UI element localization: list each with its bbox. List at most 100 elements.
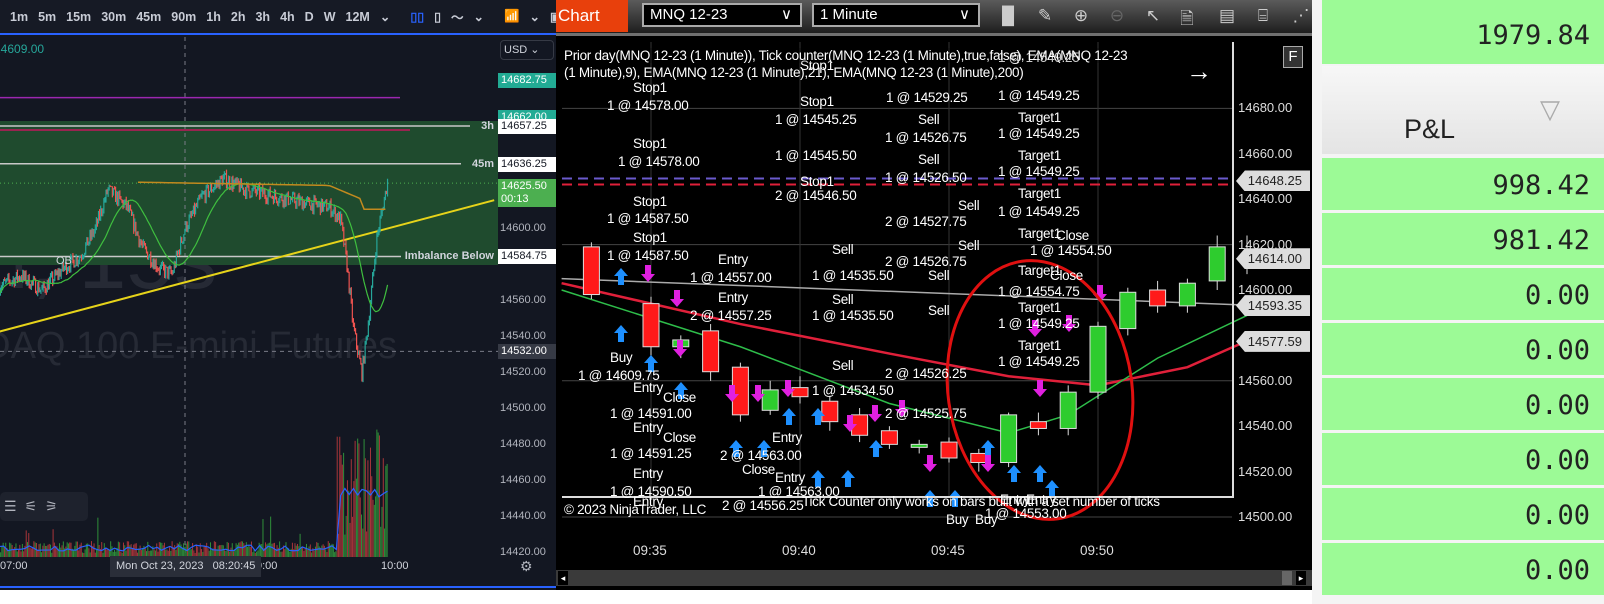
- fib-tool-icon[interactable]: ⚞: [45, 498, 66, 514]
- interval-select[interactable]: 1 Minute ∨: [812, 3, 980, 27]
- trade-annotation: Entry: [772, 430, 803, 445]
- zoom-out-icon[interactable]: ⊖: [1106, 6, 1128, 28]
- interval-5m[interactable]: 5m: [38, 10, 56, 24]
- chevron-down-icon: ⌄: [530, 44, 540, 56]
- f-button[interactable]: F: [1283, 46, 1303, 68]
- chevron-down-icon: ∨: [781, 6, 792, 23]
- interval-1m[interactable]: 1m: [10, 10, 28, 24]
- chevron-down-icon[interactable]: ⌄: [530, 9, 540, 24]
- hollow-candles-icon[interactable]: ▯: [434, 9, 441, 24]
- chevron-down-icon[interactable]: ⌄: [473, 9, 483, 24]
- interval-45m[interactable]: 45m: [136, 10, 161, 24]
- interval-3h[interactable]: 3h: [255, 10, 270, 24]
- pnl-row[interactable]: 0.00: [1322, 488, 1604, 540]
- chevron-down-icon[interactable]: ⌄: [380, 9, 390, 24]
- level-tag: Imbalance Below: [404, 250, 494, 263]
- trade-annotation: Buy: [610, 350, 633, 365]
- sort-triangle-icon[interactable]: ▽: [1540, 94, 1560, 125]
- zoom-in-icon[interactable]: ⊕: [1070, 6, 1092, 28]
- trade-annotation: 1 @ 14526.50: [885, 170, 967, 185]
- trade-annotation: Stop1: [633, 194, 667, 209]
- bar-type-icon[interactable]: ▐▌: [996, 6, 1020, 28]
- trade-annotation: 1 @ 14578.00: [607, 98, 689, 113]
- pnl-row[interactable]: 0.00: [1322, 268, 1604, 320]
- interval-W[interactable]: W: [324, 10, 336, 24]
- time-tick: 07:00: [0, 560, 28, 572]
- trade-annotation: Entry: [633, 380, 664, 395]
- trade-annotation: 1 @ 14554.75: [998, 284, 1080, 299]
- price-label: 14682.75: [498, 73, 556, 89]
- trade-annotation: 2 @ 14527.75: [885, 214, 967, 229]
- pnl-row[interactable]: 0.00: [1322, 433, 1604, 485]
- time-tick: 09:35: [633, 543, 667, 558]
- pnl-row[interactable]: 0.00: [1322, 543, 1604, 595]
- pencil-draw-icon[interactable]: ✎: [1034, 6, 1056, 28]
- demand-zone: [0, 121, 498, 265]
- pnl-header-label: P&L: [1404, 114, 1456, 144]
- scrollbar-thumb[interactable]: [1282, 571, 1292, 585]
- interval-4h[interactable]: 4h: [280, 10, 295, 24]
- price-axis-tick: 14520.00: [500, 366, 546, 378]
- candles-icon[interactable]: ▯▯: [410, 9, 424, 24]
- trade-annotation: Entry: [718, 290, 749, 305]
- price-axis-tick: 14560.00: [1238, 372, 1293, 388]
- interval-30m[interactable]: 30m: [101, 10, 126, 24]
- pnl-row[interactable]: 0.00: [1322, 378, 1604, 430]
- instrument-select[interactable]: MNQ 12-23 ∨: [642, 3, 802, 27]
- settings-gear-icon[interactable]: ⚙: [520, 558, 533, 575]
- pnl-panel: 1979.84 P&L ▽ 998.42 981.42 0.00 0.00 0.00 0.…: [1312, 0, 1604, 604]
- level-tag: 3h: [481, 119, 494, 132]
- arrow-right-icon[interactable]: →: [1186, 56, 1212, 87]
- interval-2h[interactable]: 2h: [231, 10, 246, 24]
- chart-menu-button[interactable]: Chart: [556, 0, 628, 32]
- pnl-row[interactable]: 981.42: [1322, 213, 1604, 265]
- strategies-icon[interactable]: ⋰: [1290, 6, 1312, 28]
- trade-annotation: Target1: [1018, 226, 1061, 241]
- price-axis-tick: 14420.00: [500, 546, 546, 558]
- trade-annotation: Entry: [775, 470, 806, 485]
- trade-annotation: 1 @ 14526.75: [885, 130, 967, 145]
- trade-annotation: 1 @ 14534.50: [812, 383, 894, 398]
- horizontal-lines-icon[interactable]: ☰: [4, 498, 25, 514]
- price-flag: 14648.25: [1236, 170, 1310, 192]
- scroll-left-icon[interactable]: ◂: [558, 571, 568, 585]
- trade-annotation: 2 @ 14556.25: [722, 498, 804, 513]
- left-chart-panel[interactable]: 1m5m15m30m45m90m1h2h3h4hDW12M⌄▯▯▯〜⌄📶⌄▣ N…: [0, 0, 556, 590]
- tick-counter-notice: Tick Counter only works on bars built wi…: [802, 494, 1160, 509]
- line-chart-icon[interactable]: 〜: [451, 7, 464, 26]
- data-box-icon[interactable]: 🗎: [1176, 6, 1198, 28]
- trade-annotation: Buy: [946, 512, 969, 527]
- trade-annotation: Sell: [832, 358, 854, 373]
- price-axis-tick: 14480.00: [500, 438, 546, 450]
- pnl-row[interactable]: 0.00: [1322, 323, 1604, 375]
- pnl-row[interactable]: 998.42: [1322, 158, 1604, 210]
- interval-D[interactable]: D: [305, 10, 314, 24]
- trade-annotation: Close: [742, 462, 776, 477]
- chart-toolbar: Chart MNQ 12-23 ∨ 1 Minute ∨ ▐▌ ✎ ⊕ ⊖ ↖ 🗎 …: [556, 0, 1312, 36]
- trade-annotation: 1 @ 14535.50: [812, 268, 894, 283]
- pointer-icon[interactable]: ↖: [1142, 6, 1164, 28]
- interval-90m[interactable]: 90m: [171, 10, 196, 24]
- price-axis-tick: 14600.00: [1238, 282, 1293, 297]
- parallel-channel-icon[interactable]: ⚟: [25, 498, 46, 514]
- interval-15m[interactable]: 15m: [66, 10, 91, 24]
- trade-annotation: 1 @ 14545.25: [775, 112, 857, 127]
- interval-12M[interactable]: 12M: [346, 10, 370, 24]
- trade-annotation: Stop1: [633, 136, 667, 151]
- price-axis-tick: 14520.00: [1238, 463, 1293, 479]
- price-label: 14584.75: [498, 249, 556, 265]
- ninjatrader-chart-panel[interactable]: Chart MNQ 12-23 ∨ 1 Minute ∨ ▐▌ ✎ ⊕ ⊖ ↖ 🗎 …: [556, 0, 1312, 590]
- instrument-value: MNQ 12-23: [650, 6, 728, 23]
- bar-countdown: 00:13: [501, 193, 529, 205]
- trade-annotation: 2 @ 14563.00: [720, 448, 802, 463]
- time-axis[interactable]: [0, 558, 556, 588]
- horizontal-scrollbar[interactable]: ◂ ▸: [556, 570, 1312, 586]
- properties-icon[interactable]: ▤: [1216, 6, 1238, 28]
- interval-1h[interactable]: 1h: [206, 10, 221, 24]
- indicators-icon[interactable]: ⌸: [1252, 6, 1274, 28]
- indicators-icon[interactable]: 📶: [504, 9, 520, 24]
- price-axis-tick: 14560.00: [500, 294, 546, 306]
- scroll-right-icon[interactable]: ▸: [1296, 571, 1306, 585]
- pnl-column-header[interactable]: P&L ▽: [1322, 66, 1604, 154]
- currency-select[interactable]: USD ⌄: [500, 40, 554, 60]
